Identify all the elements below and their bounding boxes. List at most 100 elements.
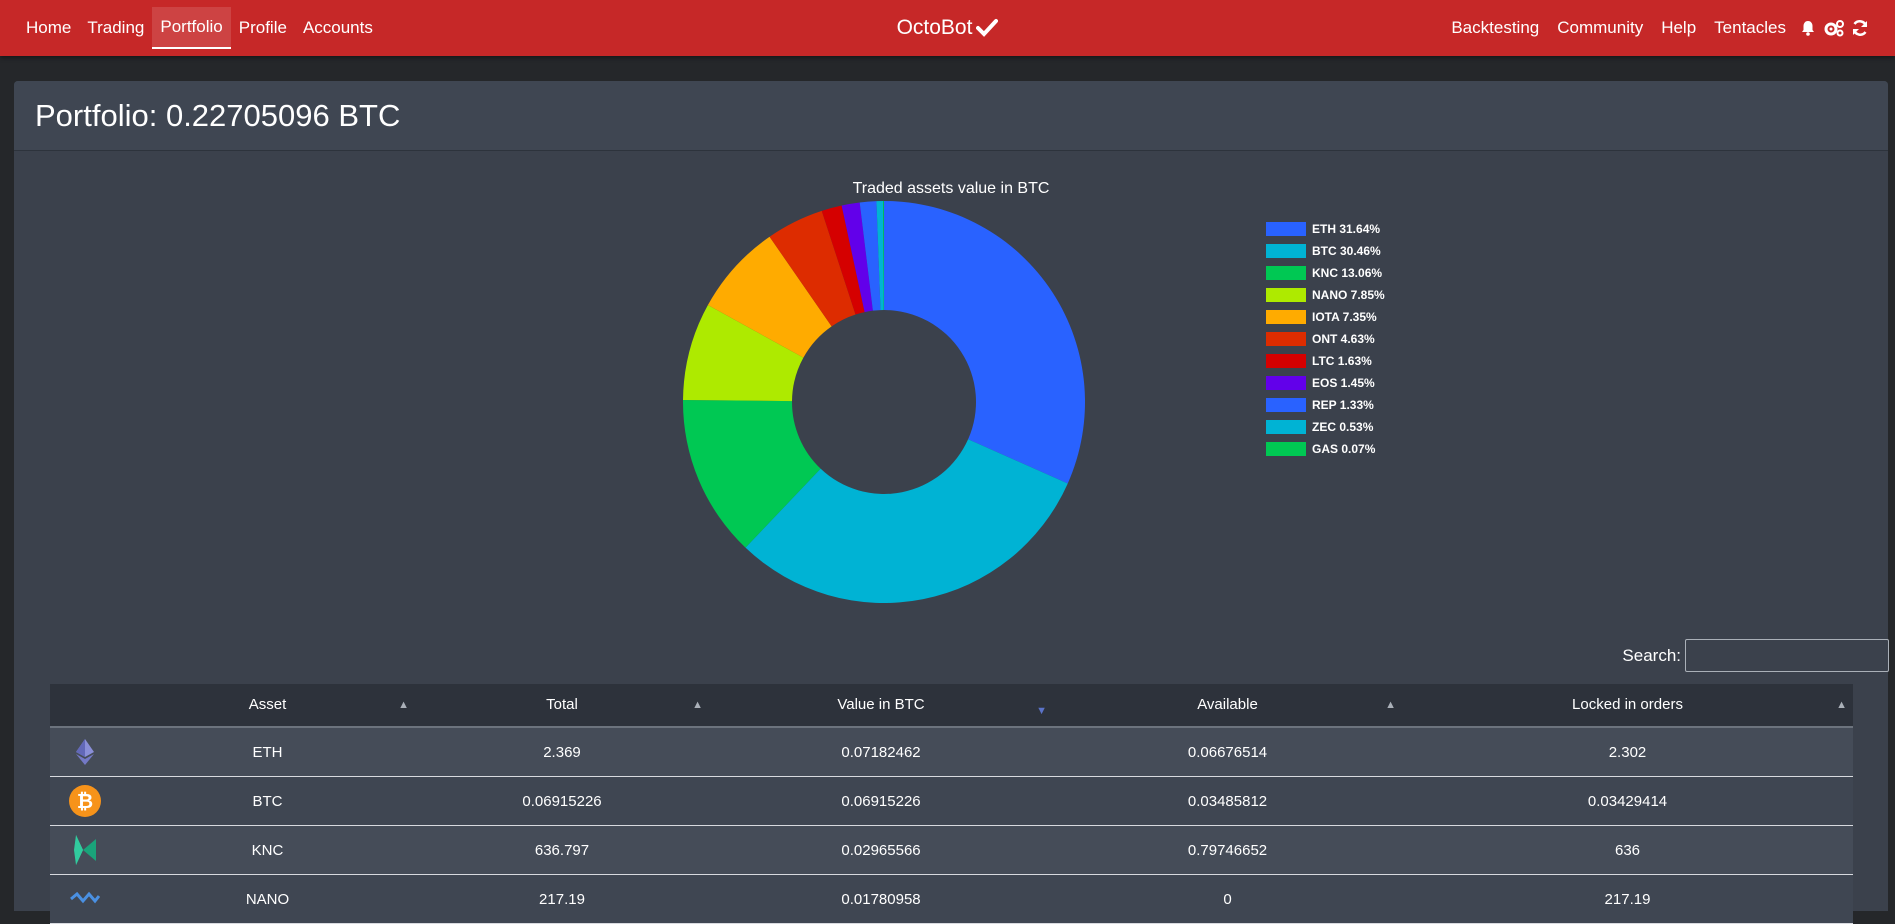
nav-tentacles[interactable]: Tentacles xyxy=(1705,7,1795,49)
sort-icon: ▲ xyxy=(398,699,409,711)
asset-value-btc: 0.07182462 xyxy=(841,743,921,761)
legend-label: NANO 7.85% xyxy=(1312,288,1385,302)
legend-item-ltc[interactable]: LTC 1.63% xyxy=(1266,350,1385,372)
legend-swatch xyxy=(1266,420,1306,434)
legend-swatch xyxy=(1266,376,1306,390)
legend-item-nano[interactable]: NANO 7.85% xyxy=(1266,284,1385,306)
sort-desc-icon: ▼ xyxy=(1036,705,1047,717)
btc-icon: ₿ xyxy=(50,785,120,817)
legend-item-zec[interactable]: ZEC 0.53% xyxy=(1266,416,1385,438)
legend-label: LTC 1.63% xyxy=(1312,354,1372,368)
header-total-label: Total xyxy=(546,696,578,713)
legend-item-ont[interactable]: ONT 4.63% xyxy=(1266,328,1385,350)
asset-total: 636.797 xyxy=(534,841,590,859)
legend-label: IOTA 7.35% xyxy=(1312,310,1377,324)
asset-locked: 0.03429414 xyxy=(1587,792,1668,810)
eth-icon xyxy=(50,739,120,765)
nav-backtesting[interactable]: Backtesting xyxy=(1442,7,1548,49)
header-available[interactable]: Available ▲ xyxy=(1053,684,1402,726)
legend-item-rep[interactable]: REP 1.33% xyxy=(1266,394,1385,416)
legend-item-knc[interactable]: KNC 13.06% xyxy=(1266,262,1385,284)
asset-locked: 217.19 xyxy=(1604,890,1651,908)
nav-trading[interactable]: Trading xyxy=(79,7,152,49)
refresh-icon[interactable] xyxy=(1847,0,1873,56)
asset-name: NANO xyxy=(245,890,290,908)
table-row[interactable]: ₿ BTC 0.06915226 0.06915226 0.03485812 0… xyxy=(50,777,1853,826)
search-group: Search: xyxy=(1622,639,1889,672)
nav-accounts[interactable]: Accounts xyxy=(295,7,381,49)
asset-name: BTC xyxy=(252,792,283,810)
legend-label: ONT 4.63% xyxy=(1312,332,1375,346)
legend-label: BTC 30.46% xyxy=(1312,244,1381,258)
asset-value-btc: 0.06915226 xyxy=(841,792,921,810)
legend-swatch xyxy=(1266,332,1306,346)
brand-name[interactable]: OctoBot xyxy=(897,16,973,40)
table-header: Asset ▲ Total ▲ Value in BTC ▼ Available ▲ L… xyxy=(50,684,1853,728)
chart-title: Traded assets value in BTC xyxy=(852,180,1050,197)
card-body: Traded assets value in BTC ETH 31.64% BTC… xyxy=(14,151,1889,924)
nav-portfolio[interactable]: Portfolio xyxy=(152,7,231,49)
donut-chart xyxy=(683,201,1085,603)
table-body: ETH 2.369 0.07182462 0.06676514 2.302 ₿ … xyxy=(50,728,1853,924)
asset-total: 0.06915226 xyxy=(522,792,602,810)
asset-available: 0.06676514 xyxy=(1187,743,1268,761)
table-row[interactable]: ETH 2.369 0.07182462 0.06676514 2.302 xyxy=(50,728,1853,777)
legend-swatch xyxy=(1266,288,1306,302)
asset-total: 217.19 xyxy=(539,890,585,908)
legend-item-eos[interactable]: EOS 1.45% xyxy=(1266,372,1385,394)
asset-total: 2.369 xyxy=(543,743,581,761)
nav-left: Home Trading Portfolio Profile Accounts xyxy=(18,0,381,56)
asset-available: 0.79746652 xyxy=(1187,841,1268,859)
legend-swatch xyxy=(1266,266,1306,280)
legend-item-gas[interactable]: GAS 0.07% xyxy=(1266,438,1385,460)
legend-label: ETH 31.64% xyxy=(1312,222,1381,236)
header-asset-label: Asset xyxy=(248,696,287,713)
header-locked[interactable]: Locked in orders ▲ xyxy=(1402,684,1853,726)
asset-available: 0 xyxy=(1223,890,1232,908)
assets-table: Asset ▲ Total ▲ Value in BTC ▼ Available ▲ L… xyxy=(50,684,1853,924)
svg-text:₿: ₿ xyxy=(77,789,93,813)
navbar: Home Trading Portfolio Profile Accounts … xyxy=(0,0,1895,56)
header-locked-label: Locked in orders xyxy=(1572,696,1683,713)
nav-profile[interactable]: Profile xyxy=(231,7,295,49)
asset-available: 0.03485812 xyxy=(1187,792,1268,810)
nav-right: Backtesting Community Help Tentacles xyxy=(1442,0,1873,56)
asset-locked: 2.302 xyxy=(1608,743,1647,761)
sort-icon: ▲ xyxy=(1836,699,1847,711)
asset-name: KNC xyxy=(251,841,284,859)
nav-help[interactable]: Help xyxy=(1652,7,1705,49)
check-icon xyxy=(976,19,999,37)
legend-swatch xyxy=(1266,244,1306,258)
asset-name: ETH xyxy=(252,743,283,761)
legend-label: EOS 1.45% xyxy=(1312,376,1375,390)
legend-label: ZEC 0.53% xyxy=(1312,420,1374,434)
header-value-btc[interactable]: Value in BTC ▼ xyxy=(709,684,1053,726)
legend-label: REP 1.33% xyxy=(1312,398,1374,412)
search-input[interactable] xyxy=(1685,639,1889,672)
cogs-icon[interactable] xyxy=(1821,0,1847,56)
legend-label: GAS 0.07% xyxy=(1312,442,1376,456)
sort-icon: ▲ xyxy=(692,699,703,711)
header-icon-col xyxy=(50,684,120,726)
legend-swatch xyxy=(1266,222,1306,236)
page-title: Portfolio: 0.22705096 BTC xyxy=(14,81,1888,151)
legend-item-btc[interactable]: BTC 30.46% xyxy=(1266,240,1385,262)
header-total[interactable]: Total ▲ xyxy=(415,684,709,726)
legend-item-eth[interactable]: ETH 31.64% xyxy=(1266,218,1385,240)
nav-community[interactable]: Community xyxy=(1548,7,1652,49)
legend-item-iota[interactable]: IOTA 7.35% xyxy=(1266,306,1385,328)
search-label: Search: xyxy=(1622,645,1681,665)
knc-icon xyxy=(50,835,120,865)
sort-icon: ▲ xyxy=(1385,699,1396,711)
table-row[interactable]: NANO 217.19 0.01780958 0 217.19 xyxy=(50,875,1853,924)
legend-label: KNC 13.06% xyxy=(1312,266,1383,280)
chart-legend: ETH 31.64% BTC 30.46% KNC 13.06% NANO 7.85%… xyxy=(1266,218,1385,460)
legend-swatch xyxy=(1266,442,1306,456)
header-asset[interactable]: Asset ▲ xyxy=(120,684,415,726)
nav-home[interactable]: Home xyxy=(18,7,79,49)
bell-icon[interactable] xyxy=(1795,0,1821,56)
table-row[interactable]: KNC 636.797 0.02965566 0.79746652 636 xyxy=(50,826,1853,875)
nano-icon xyxy=(50,889,120,909)
asset-value-btc: 0.01780958 xyxy=(841,890,921,908)
slice-eth[interactable] xyxy=(884,201,1085,484)
